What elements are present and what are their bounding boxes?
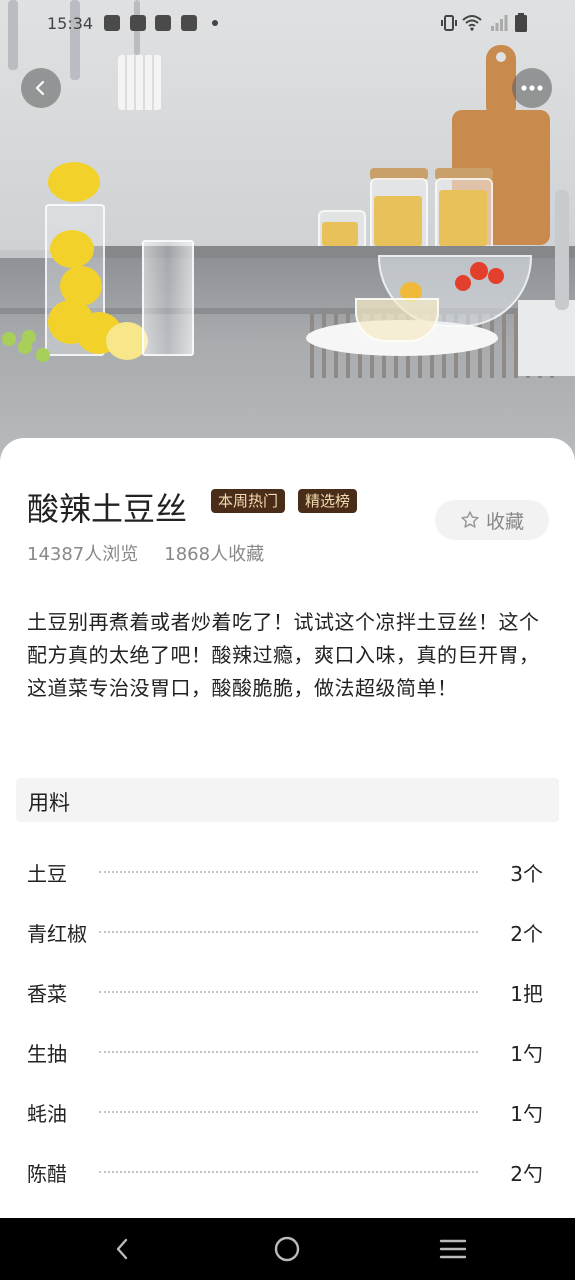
tag-weekly-hot: 本周热门 (211, 489, 286, 513)
spatula (118, 55, 162, 110)
more-notifications-dot (212, 20, 218, 26)
more-horizontal-icon (521, 85, 543, 91)
ingredient-amount: 2个 (510, 921, 543, 946)
favorite-button[interactable]: 收藏 (435, 500, 549, 540)
ingredient-row: 生抽 1勺 (27, 1034, 543, 1070)
back-button[interactable] (21, 68, 61, 108)
tag-featured: 精选榜 (298, 489, 358, 513)
dotted-leader (99, 1051, 478, 1053)
status-time: 15:34 (47, 14, 94, 33)
dotted-leader (99, 931, 478, 933)
ingredient-row: 土豆 3个 (27, 854, 543, 890)
tea-cup (355, 298, 439, 342)
wifi-icon (462, 15, 482, 31)
water-glass (142, 240, 194, 356)
ingredient-row: 蚝油 1勺 (27, 1094, 543, 1130)
nav-recents-icon (439, 1239, 467, 1259)
nav-back-button[interactable] (102, 1232, 142, 1266)
ingredient-amount: 1把 (510, 981, 543, 1006)
view-count: 14387人浏览 (27, 544, 139, 565)
ingredient-name: 陈醋 (27, 1161, 67, 1186)
status-bar: 15:34 (0, 0, 575, 46)
notification-icon (155, 15, 171, 31)
dotted-leader (99, 1111, 478, 1113)
ingredient-name: 香菜 (27, 981, 67, 1006)
grape (36, 348, 50, 362)
signal-icon (491, 15, 508, 31)
ingredient-row: 香菜 1把 (27, 974, 543, 1010)
lemon (50, 230, 94, 268)
notification-icon (104, 15, 120, 31)
ingredient-amount: 3个 (510, 861, 543, 886)
nav-back-icon (116, 1238, 128, 1260)
tomato (470, 262, 488, 280)
tomato (488, 268, 504, 284)
faucet (555, 190, 569, 310)
dotted-leader (99, 1171, 478, 1173)
ingredients-title: 用料 (28, 791, 70, 815)
ingredient-name: 土豆 (27, 861, 67, 886)
ingredient-row: 青红椒 2个 (27, 914, 543, 950)
recipe-stats: 14387人浏览 1868人收藏 (27, 540, 264, 566)
sink (518, 300, 575, 376)
hero-image (0, 0, 575, 470)
grape (22, 330, 36, 344)
recipe-description: 土豆别再煮着或者炒着吃了！试试这个凉拌土豆丝！这个配方真的太绝了吧！酸辣过瘾，爽… (27, 610, 540, 700)
system-navigation-bar (0, 1218, 575, 1280)
favorite-count: 1868人收藏 (164, 544, 265, 565)
ingredient-name: 生抽 (27, 1041, 67, 1066)
dotted-leader (99, 991, 478, 993)
ingredient-amount: 2勺 (510, 1161, 543, 1186)
nav-home-icon (274, 1236, 300, 1262)
ingredient-amount: 1勺 (510, 1101, 543, 1126)
nav-home-button[interactable] (267, 1232, 307, 1266)
pasta (439, 190, 487, 246)
favorite-label: 收藏 (485, 510, 524, 533)
dotted-leader (99, 871, 478, 873)
star-icon (461, 511, 479, 528)
ingredient-amount: 1勺 (510, 1041, 543, 1066)
battery-icon (515, 13, 527, 32)
tomato (455, 275, 471, 291)
vibrate-icon (441, 15, 457, 31)
ingredient-name: 青红椒 (27, 921, 87, 946)
nav-recents-button[interactable] (433, 1232, 473, 1266)
cutting-board-hole (496, 52, 506, 62)
notification-icon (181, 15, 197, 31)
ingredient-name: 蚝油 (27, 1101, 67, 1126)
pasta (322, 222, 358, 246)
ingredients-section-header: 用料 (16, 778, 559, 822)
lemon (48, 162, 100, 202)
more-options-button[interactable] (512, 68, 552, 108)
pasta (374, 196, 422, 246)
chevron-left-icon (35, 80, 45, 96)
recipe-title: 酸辣土豆丝 (27, 490, 188, 528)
ingredient-row: 陈醋 2勺 (27, 1154, 543, 1190)
notification-icon (130, 15, 146, 31)
grape (2, 332, 16, 346)
